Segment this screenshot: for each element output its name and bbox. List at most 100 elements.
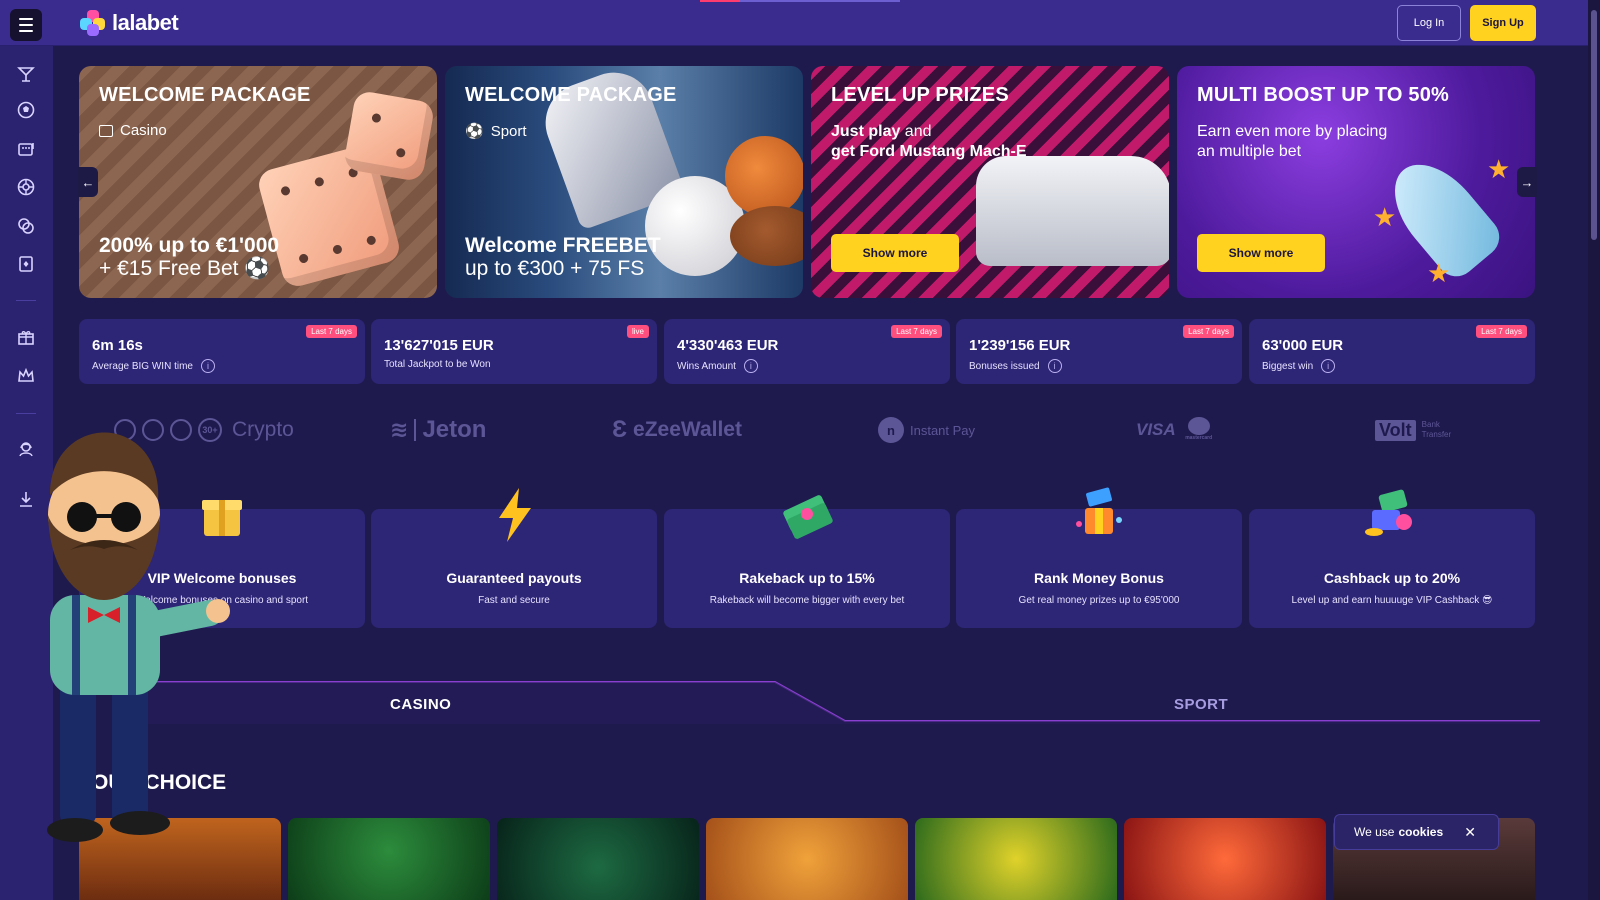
game-tile-hot-seven[interactable] xyxy=(1124,818,1326,900)
star-icon: ★ xyxy=(1487,154,1511,184)
stat-card: Last 7 days 6m 16s Average BIG WIN time i xyxy=(79,319,365,384)
stat-value: 4'330'463 EUR xyxy=(677,337,779,354)
info-icon[interactable]: i xyxy=(1321,359,1336,373)
car-image xyxy=(976,156,1169,266)
info-icon[interactable]: i xyxy=(743,359,758,373)
game-tile-neon-dino[interactable] xyxy=(497,818,699,900)
stat-tag: Last 7 days xyxy=(306,325,357,338)
slot-machine-icon[interactable] xyxy=(14,136,38,160)
promo-description: Earn even more by placing an multiple be… xyxy=(1197,123,1388,160)
chips-icon[interactable] xyxy=(14,214,38,238)
feature-description: Get real money prizes up to €95'000 xyxy=(1018,595,1180,606)
payment-instantpay-logo: n Instant Pay xyxy=(878,416,975,444)
promo-title: WELCOME PACKAGE xyxy=(465,84,677,106)
tab-casino[interactable]: CASINO xyxy=(390,696,451,713)
crown-icon[interactable] xyxy=(14,364,38,388)
payment-visa-logo: VISA mastercard xyxy=(1136,416,1216,444)
gift-icon[interactable] xyxy=(14,325,38,349)
promo-title: LEVEL UP PRIZES xyxy=(831,84,1009,106)
logo[interactable]: lalabet xyxy=(80,9,179,37)
prize-box-icon xyxy=(1076,487,1122,534)
feature-title: Cashback up to 20% xyxy=(1323,570,1461,586)
money-stack-icon xyxy=(783,495,833,539)
stat-tag: Last 7 days xyxy=(1476,325,1527,338)
show-more-button[interactable]: Show more xyxy=(1197,234,1325,272)
top-bar xyxy=(0,0,1600,46)
sport-icon: ⚽ xyxy=(465,123,484,140)
promo-offer-line1: Welcome FREEBET xyxy=(465,234,661,257)
american-football-image xyxy=(730,206,803,266)
stat-value: 63'000 EUR xyxy=(1262,337,1344,354)
stat-value: 1'239'156 EUR xyxy=(969,337,1071,354)
feature-description: Fast and secure xyxy=(478,595,550,606)
stat-value: 6m 16s xyxy=(92,337,143,354)
ezeewallet-icon: Ɛ xyxy=(612,416,628,443)
stat-value: 13'627'015 EUR xyxy=(384,337,494,354)
stat-card: Last 7 days 4'330'463 EUR Wins Amount i xyxy=(664,319,950,384)
carousel-next-button[interactable]: → xyxy=(1517,167,1537,197)
promo-offer-line2: + €15 Free Bet ⚽ xyxy=(99,257,271,280)
cookie-text: We use xyxy=(1354,825,1395,839)
sidebar-divider xyxy=(16,413,36,414)
cashback-icon xyxy=(1365,489,1412,536)
stat-card: live 13'627'015 EUR Total Jackpot to be … xyxy=(371,319,657,384)
stat-tag: live xyxy=(626,325,649,338)
logo-mark-icon xyxy=(80,10,106,36)
carousel-prev-button[interactable]: ← xyxy=(78,167,98,197)
promo-card-casino[interactable]: WELCOME PACKAGE Casino 200% up to €1'000… xyxy=(79,66,437,298)
star-icon: ★ xyxy=(1427,258,1451,288)
page-scrollbar[interactable] xyxy=(1588,0,1600,900)
show-more-button[interactable]: Show more xyxy=(831,234,959,272)
payment-volt-logo: Volt Bank Transfer xyxy=(1375,416,1462,444)
cards-icon[interactable] xyxy=(14,252,38,276)
promo-offer-line2: up to €300 + 75 FS xyxy=(465,257,645,280)
cookies-link[interactable]: cookies xyxy=(1398,825,1443,839)
roulette-icon[interactable] xyxy=(14,175,38,199)
stat-label: Biggest win i xyxy=(1262,359,1336,373)
cocktail-icon[interactable] xyxy=(14,62,38,86)
stat-card: Last 7 days 63'000 EUR Biggest win i xyxy=(1249,319,1535,384)
loading-progress xyxy=(700,0,900,2)
promo-title: WELCOME PACKAGE xyxy=(99,84,311,106)
feature-description: Level up and earn huuuuge VIP Cashback 😎 xyxy=(1291,595,1493,606)
signup-button[interactable]: Sign Up xyxy=(1470,5,1536,41)
menu-button[interactable] xyxy=(10,9,42,41)
section-tab-bar xyxy=(130,681,1540,724)
instantpay-icon: n xyxy=(878,417,904,443)
promo-card-level-up[interactable]: LEVEL UP PRIZES Just play and get Ford M… xyxy=(811,66,1169,298)
game-tile-royal-crown[interactable] xyxy=(288,818,490,900)
promo-subtitle: ⚽ Sport xyxy=(465,122,527,141)
sidebar-divider xyxy=(16,300,36,301)
info-icon[interactable]: i xyxy=(1047,359,1062,373)
stat-card: Last 7 days 1'239'156 EUR Bonuses issued… xyxy=(956,319,1242,384)
feature-description: Rakeback will become bigger with every b… xyxy=(709,595,905,606)
feature-title: Rank Money Bonus xyxy=(1034,570,1164,586)
menu-icon-line xyxy=(19,18,33,20)
menu-icon-line xyxy=(19,30,33,32)
dice-image xyxy=(342,89,436,183)
stat-label: Wins Amount i xyxy=(677,359,758,373)
game-tile-elephant[interactable] xyxy=(706,818,908,900)
football-icon[interactable] xyxy=(14,98,38,122)
mastercard-icon: mastercard xyxy=(1182,417,1216,443)
promo-subtitle: Casino xyxy=(99,122,167,139)
cookie-notice: We use cookies ✕ xyxy=(1334,814,1499,850)
star-icon: ★ xyxy=(1373,202,1397,232)
login-button[interactable]: Log In xyxy=(1397,5,1461,41)
info-icon[interactable]: i xyxy=(200,359,215,373)
menu-icon-line xyxy=(19,24,33,26)
payment-ezeewallet-logo: ƐeZeeWallet xyxy=(612,416,742,443)
stat-tag: Last 7 days xyxy=(1183,325,1234,338)
promo-card-multi-boost[interactable]: ★ ★ ★ MULTI BOOST UP TO 50% Earn even mo… xyxy=(1177,66,1535,298)
promo-offer-line1: 200% up to €1'000 xyxy=(99,234,280,257)
close-icon[interactable]: ✕ xyxy=(1464,824,1476,841)
game-tile-lucky-16[interactable] xyxy=(915,818,1117,900)
stat-label: Total Jackpot to be Won xyxy=(384,359,491,370)
basketball-image xyxy=(725,136,803,216)
stat-tag: Last 7 days xyxy=(891,325,942,338)
feature-title: Rakeback up to 15% xyxy=(739,570,875,586)
tab-sport[interactable]: SPORT xyxy=(1174,696,1228,713)
promo-title: MULTI BOOST UP TO 50% xyxy=(1197,84,1450,106)
mascot-character-image xyxy=(47,432,230,842)
promo-card-sport[interactable]: WELCOME PACKAGE ⚽ Sport Welcome FREEBET u… xyxy=(445,66,803,298)
